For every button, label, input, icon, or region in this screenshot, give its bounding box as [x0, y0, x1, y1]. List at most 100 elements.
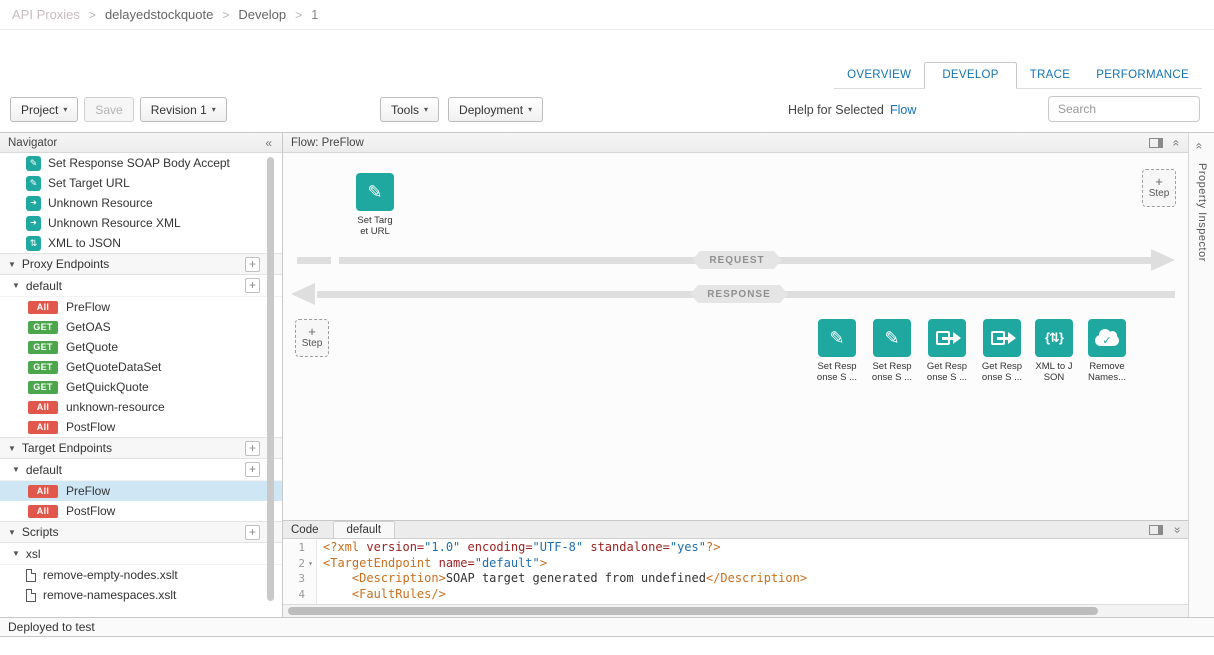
project-menu-button[interactable]: Project ▾ [10, 97, 78, 122]
tools-label: Tools [391, 103, 419, 117]
add-target-endpoint-button[interactable]: + [245, 441, 260, 456]
policy-xml-to-json[interactable]: {⇅} [1035, 319, 1073, 357]
flow-label: PreFlow [66, 300, 110, 314]
policy-set-response-1[interactable]: ✎ [818, 319, 856, 357]
revision-label: Revision 1 [151, 103, 207, 117]
triangle-down-icon[interactable]: ▼ [12, 549, 20, 558]
code-line[interactable]: 1<?xml version="1.0" encoding="UTF-8" st… [283, 540, 1188, 556]
script-file-remove-empty-nodes[interactable]: remove-empty-nodes.xslt [0, 565, 282, 585]
code-text[interactable]: <FaultRules/> [317, 587, 446, 603]
breadcrumb-proxy-name[interactable]: delayedstockquote [105, 7, 213, 22]
breadcrumb-develop[interactable]: Develop [238, 7, 286, 22]
collapse-down-icon[interactable]: « [1170, 527, 1184, 534]
proxy-endpoint-default-group[interactable]: ▼ default + [0, 275, 282, 297]
help-for-selected-label: Help for Selected [788, 103, 884, 117]
policy-set-response-2[interactable]: ✎ [873, 319, 911, 357]
tab-trace[interactable]: TRACE [1017, 63, 1083, 88]
fold-marker-icon[interactable]: ▾ [305, 556, 316, 572]
flow-label: PostFlow [66, 420, 115, 434]
policy-label: XML to J SON [1026, 361, 1082, 383]
script-file-remove-namespaces[interactable]: remove-namespaces.xslt [0, 585, 282, 605]
collapse-navigator-icon[interactable]: « [265, 136, 272, 150]
policy-item[interactable]: ➔ Unknown Resource XML [0, 213, 282, 233]
proxy-flow-getquotedataset[interactable]: GET GetQuoteDataSet [0, 357, 282, 377]
policy-label: Set Resp onse S ... [809, 361, 865, 383]
code-tab-default[interactable]: default [333, 521, 396, 538]
tab-performance[interactable]: PERFORMANCE [1083, 63, 1202, 88]
policy-item[interactable]: ➔ Unknown Resource [0, 193, 282, 213]
tab-develop[interactable]: DEVELOP [924, 62, 1016, 89]
add-flow-button[interactable]: + [245, 278, 260, 293]
target-flow-postflow[interactable]: All PostFlow [0, 501, 282, 521]
method-badge: GET [28, 321, 58, 334]
add-proxy-endpoint-button[interactable]: + [245, 257, 260, 272]
policy-item[interactable]: ✎ Set Response SOAP Body Accept [0, 153, 282, 173]
plus-icon: + [1155, 176, 1163, 188]
triangle-down-icon[interactable]: ▼ [8, 528, 16, 537]
collapse-up-icon[interactable]: « [1170, 139, 1184, 146]
policy-get-response-1[interactable] [928, 319, 966, 357]
add-flow-button[interactable]: + [245, 462, 260, 477]
policy-item[interactable]: ✎ Set Target URL [0, 173, 282, 193]
method-badge: All [28, 401, 58, 414]
section-proxy-endpoints[interactable]: ▼ Proxy Endpoints + [0, 253, 282, 275]
proxy-flow-getquickquote[interactable]: GET GetQuickQuote [0, 377, 282, 397]
proxy-flow-unknown-resource[interactable]: All unknown-resource [0, 397, 282, 417]
code-line[interactable]: 3 <Description>SOAP target generated fro… [283, 571, 1188, 587]
method-badge: All [28, 301, 58, 314]
proxy-flow-postflow[interactable]: All PostFlow [0, 417, 282, 437]
code-line[interactable]: 4 <FaultRules/> [283, 587, 1188, 603]
policy-label: Set Targ et URL [347, 215, 403, 237]
group-title: default [26, 463, 62, 477]
scripts-xsl-group[interactable]: ▼ xsl [0, 543, 282, 565]
expand-property-inspector-icon[interactable]: « [1192, 143, 1206, 150]
flow-label: GetQuote [66, 340, 118, 354]
proxy-flow-preflow[interactable]: All PreFlow [0, 297, 282, 317]
target-flow-preflow[interactable]: All PreFlow [0, 481, 282, 501]
caret-down-icon: ▾ [424, 105, 428, 114]
triangle-down-icon[interactable]: ▼ [8, 260, 16, 269]
panel-layout-icon[interactable] [1149, 525, 1163, 535]
section-target-endpoints[interactable]: ▼ Target Endpoints + [0, 437, 282, 459]
policy-get-response-2[interactable] [983, 319, 1021, 357]
method-badge: GET [28, 381, 58, 394]
code-horizontal-scrollbar[interactable] [283, 604, 1188, 617]
policy-label: Get Resp onse S ... [974, 361, 1030, 383]
proxy-flow-getoas[interactable]: GET GetOAS [0, 317, 282, 337]
scrollbar-thumb[interactable] [288, 607, 1098, 615]
section-title: Scripts [22, 525, 59, 539]
panel-layout-icon[interactable] [1149, 138, 1163, 148]
save-button[interactable]: Save [84, 97, 133, 122]
policy-set-target-url[interactable]: ✎ [356, 173, 394, 211]
section-scripts[interactable]: ▼ Scripts + [0, 521, 282, 543]
tools-menu-button[interactable]: Tools ▾ [380, 97, 439, 122]
policy-item[interactable]: ⇅ XML to JSON [0, 233, 282, 253]
policy-remove-namespaces[interactable]: ✓ [1088, 319, 1126, 357]
code-text[interactable]: <Description>SOAP target generated from … [317, 571, 807, 587]
help-flow-link[interactable]: Flow [890, 103, 916, 117]
line-number-gutter[interactable]: 4 [283, 587, 317, 603]
breadcrumb-api-proxies[interactable]: API Proxies [12, 7, 80, 22]
search-input[interactable] [1048, 96, 1200, 122]
triangle-down-icon[interactable]: ▼ [8, 444, 16, 453]
line-number-gutter[interactable]: 2▾ [283, 556, 317, 572]
navigator-header: Navigator « [0, 133, 282, 153]
revision-menu-button[interactable]: Revision 1 ▾ [140, 97, 227, 122]
code-text[interactable]: <?xml version="1.0" encoding="UTF-8" sta… [317, 540, 720, 556]
code-line[interactable]: 2▾<TargetEndpoint name="default"> [283, 556, 1188, 572]
deployment-menu-button[interactable]: Deployment ▾ [448, 97, 543, 122]
check-icon: ✓ [1088, 334, 1126, 347]
triangle-down-icon[interactable]: ▼ [12, 465, 20, 474]
add-script-button[interactable]: + [245, 525, 260, 540]
line-number-gutter[interactable]: 1 [283, 540, 317, 556]
add-step-button-request[interactable]: + Step [1142, 169, 1176, 207]
proxy-flow-getquote[interactable]: GET GetQuote [0, 337, 282, 357]
triangle-down-icon[interactable]: ▼ [12, 281, 20, 290]
line-number-gutter[interactable]: 3 [283, 571, 317, 587]
add-step-button-response[interactable]: + Step [295, 319, 329, 357]
code-text[interactable]: <TargetEndpoint name="default"> [317, 556, 547, 572]
tab-overview[interactable]: OVERVIEW [834, 63, 924, 88]
target-endpoint-default-group[interactable]: ▼ default + [0, 459, 282, 481]
navigator-scrollbar[interactable] [267, 157, 274, 607]
scrollbar-thumb[interactable] [267, 157, 274, 601]
